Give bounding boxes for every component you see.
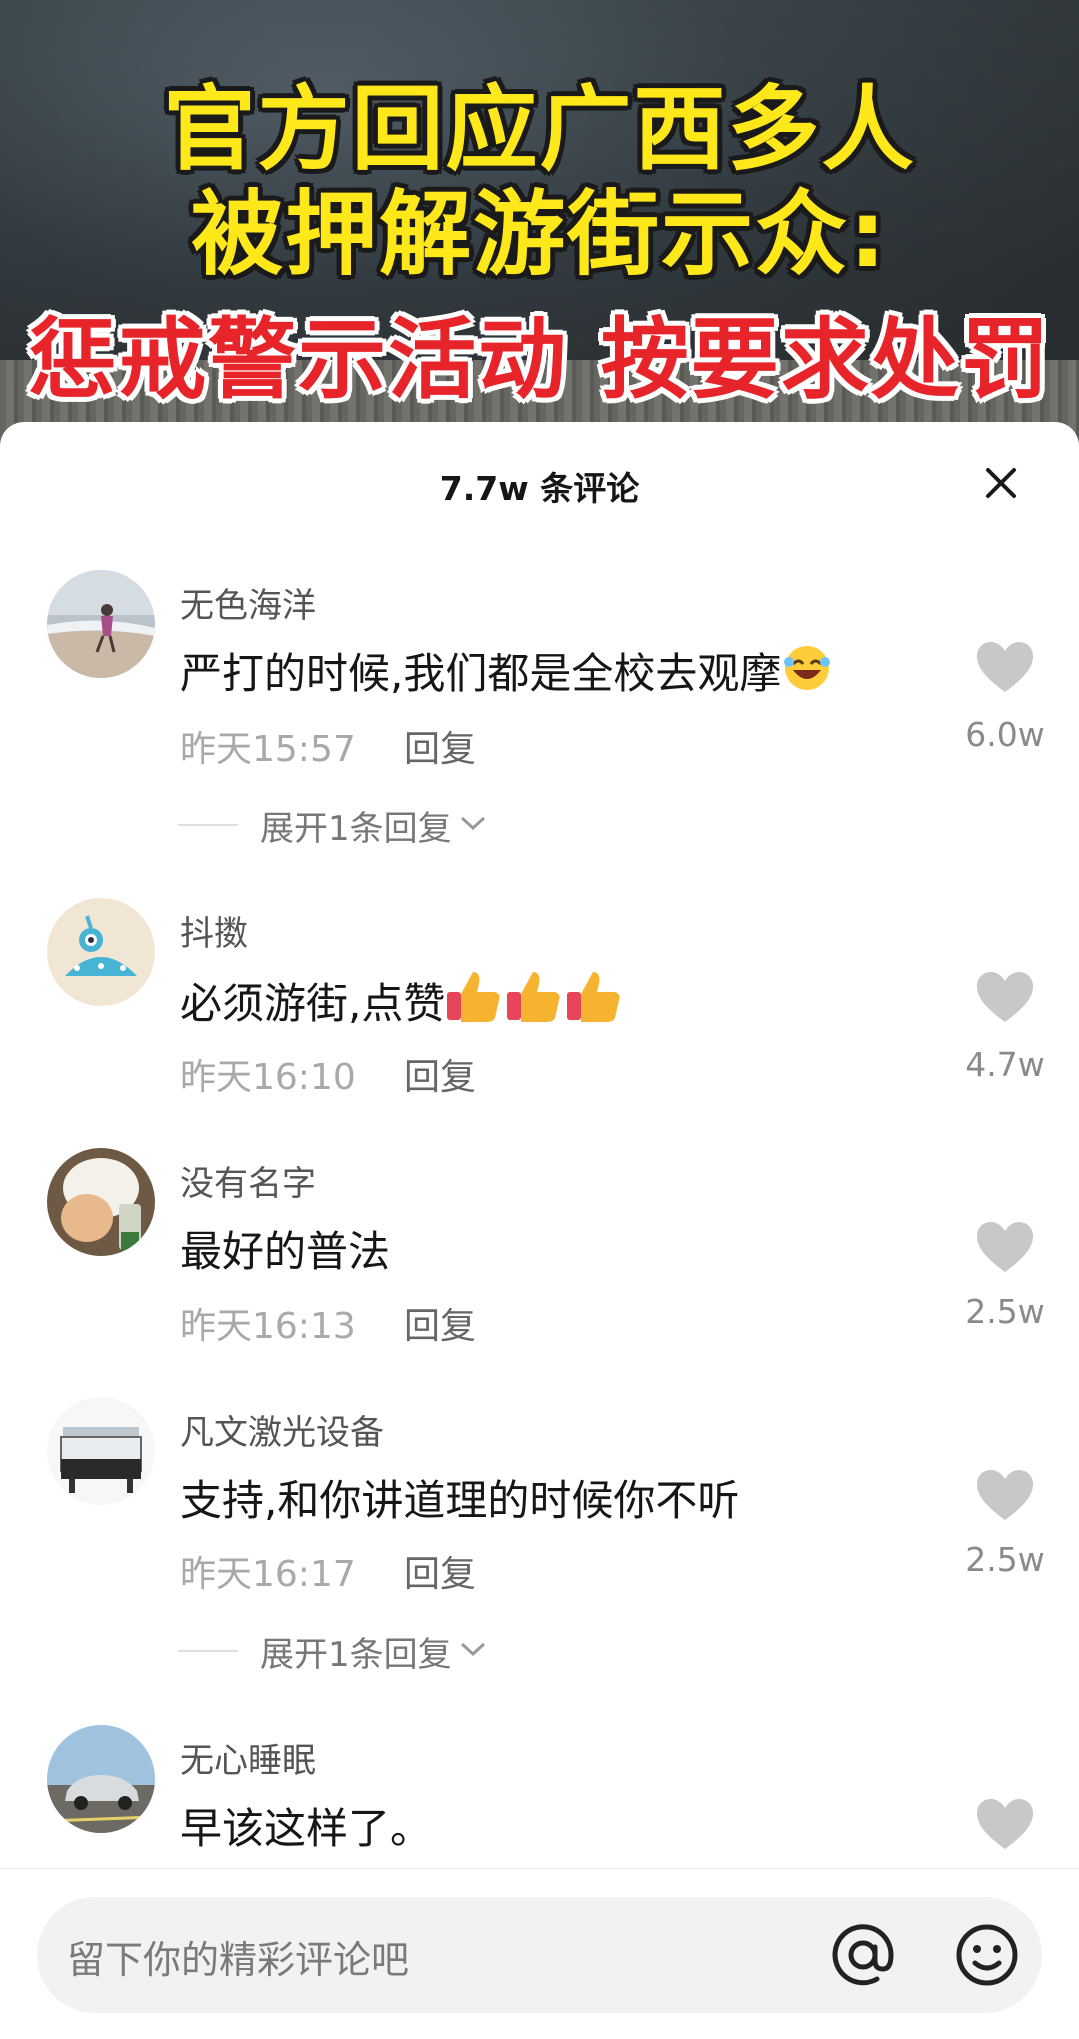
expand-divider (178, 824, 238, 826)
avatar[interactable] (47, 898, 155, 1006)
video-title-line-1: 官方回应广西多人 (163, 76, 916, 183)
comment-input-bar: 留下你的精彩评论吧 (0, 1868, 1079, 2039)
expand-replies-label: 展开1条回复 (260, 1634, 452, 1675)
comment-text: 必须游街,点赞 (180, 968, 625, 1034)
comment-text: 早该这样了。 (180, 1804, 433, 1853)
comment-username[interactable]: 无色海洋 (180, 578, 316, 627)
comment-username[interactable]: 没有名字 (180, 1156, 316, 1205)
comment-username[interactable]: 无心睡眠 (180, 1733, 316, 1782)
rolling-laughing-emoji-icon (781, 642, 833, 704)
video-title-line-3: 惩戒警示活动 按要求处罚 (28, 308, 1051, 411)
reply-button[interactable]: 回复 (404, 1545, 476, 1597)
like-count: 2.5w (965, 1292, 1045, 1331)
thumbs-up-emoji-icon (445, 968, 625, 1034)
comment-input-placeholder: 留下你的精彩评论吧 (67, 1938, 410, 1982)
comment-time: 昨天15:57 (180, 729, 356, 770)
comment-time: 昨天16:10 (180, 1057, 356, 1098)
reply-button[interactable]: 回复 (404, 1297, 476, 1349)
close-icon[interactable] (978, 460, 1024, 506)
avatar[interactable] (47, 1148, 155, 1256)
comment-username[interactable]: 凡文激光设备 (180, 1405, 384, 1454)
reply-button[interactable]: 回复 (404, 720, 476, 772)
comment-count-title: 7.7w 条评论 (439, 469, 640, 508)
like-count: 6.0w (965, 715, 1045, 754)
avatar[interactable] (47, 1397, 155, 1505)
comment-text: 最好的普法 (180, 1227, 391, 1276)
heart-icon[interactable] (975, 1797, 1035, 1851)
chevron-down-icon (458, 813, 488, 837)
avatar[interactable] (47, 570, 155, 678)
comments-header: 7.7w 条评论 (0, 440, 1079, 530)
reply-button[interactable]: 回复 (404, 1048, 476, 1100)
comment-text: 支持,和你讲道理的时候你不听 (180, 1476, 740, 1525)
heart-icon[interactable] (975, 970, 1035, 1024)
comment-time: 昨天16:17 (180, 1554, 356, 1595)
comment-username[interactable]: 抖擞 (180, 906, 248, 955)
at-icon[interactable] (827, 1919, 899, 1991)
like-count: 4.7w (965, 1045, 1045, 1084)
video-title-line-2: 被押解游街示众: (191, 181, 888, 288)
expand-replies-button[interactable]: 展开1条回复 (178, 805, 488, 849)
expand-divider (178, 1650, 238, 1652)
emoji-icon[interactable] (951, 1919, 1023, 1991)
chevron-down-icon (458, 1639, 488, 1663)
heart-icon[interactable] (975, 640, 1035, 694)
comment-input[interactable]: 留下你的精彩评论吧 (37, 1897, 1042, 2013)
like-count: 2.5w (965, 1540, 1045, 1579)
expand-replies-button[interactable]: 展开1条回复 (178, 1631, 488, 1675)
heart-icon[interactable] (975, 1468, 1035, 1522)
expand-replies-label: 展开1条回复 (260, 808, 452, 849)
comment-time: 昨天16:13 (180, 1306, 356, 1347)
heart-icon[interactable] (975, 1220, 1035, 1274)
avatar[interactable] (47, 1725, 155, 1833)
comment-text: 严打的时候,我们都是全校去观摩 (180, 640, 833, 704)
